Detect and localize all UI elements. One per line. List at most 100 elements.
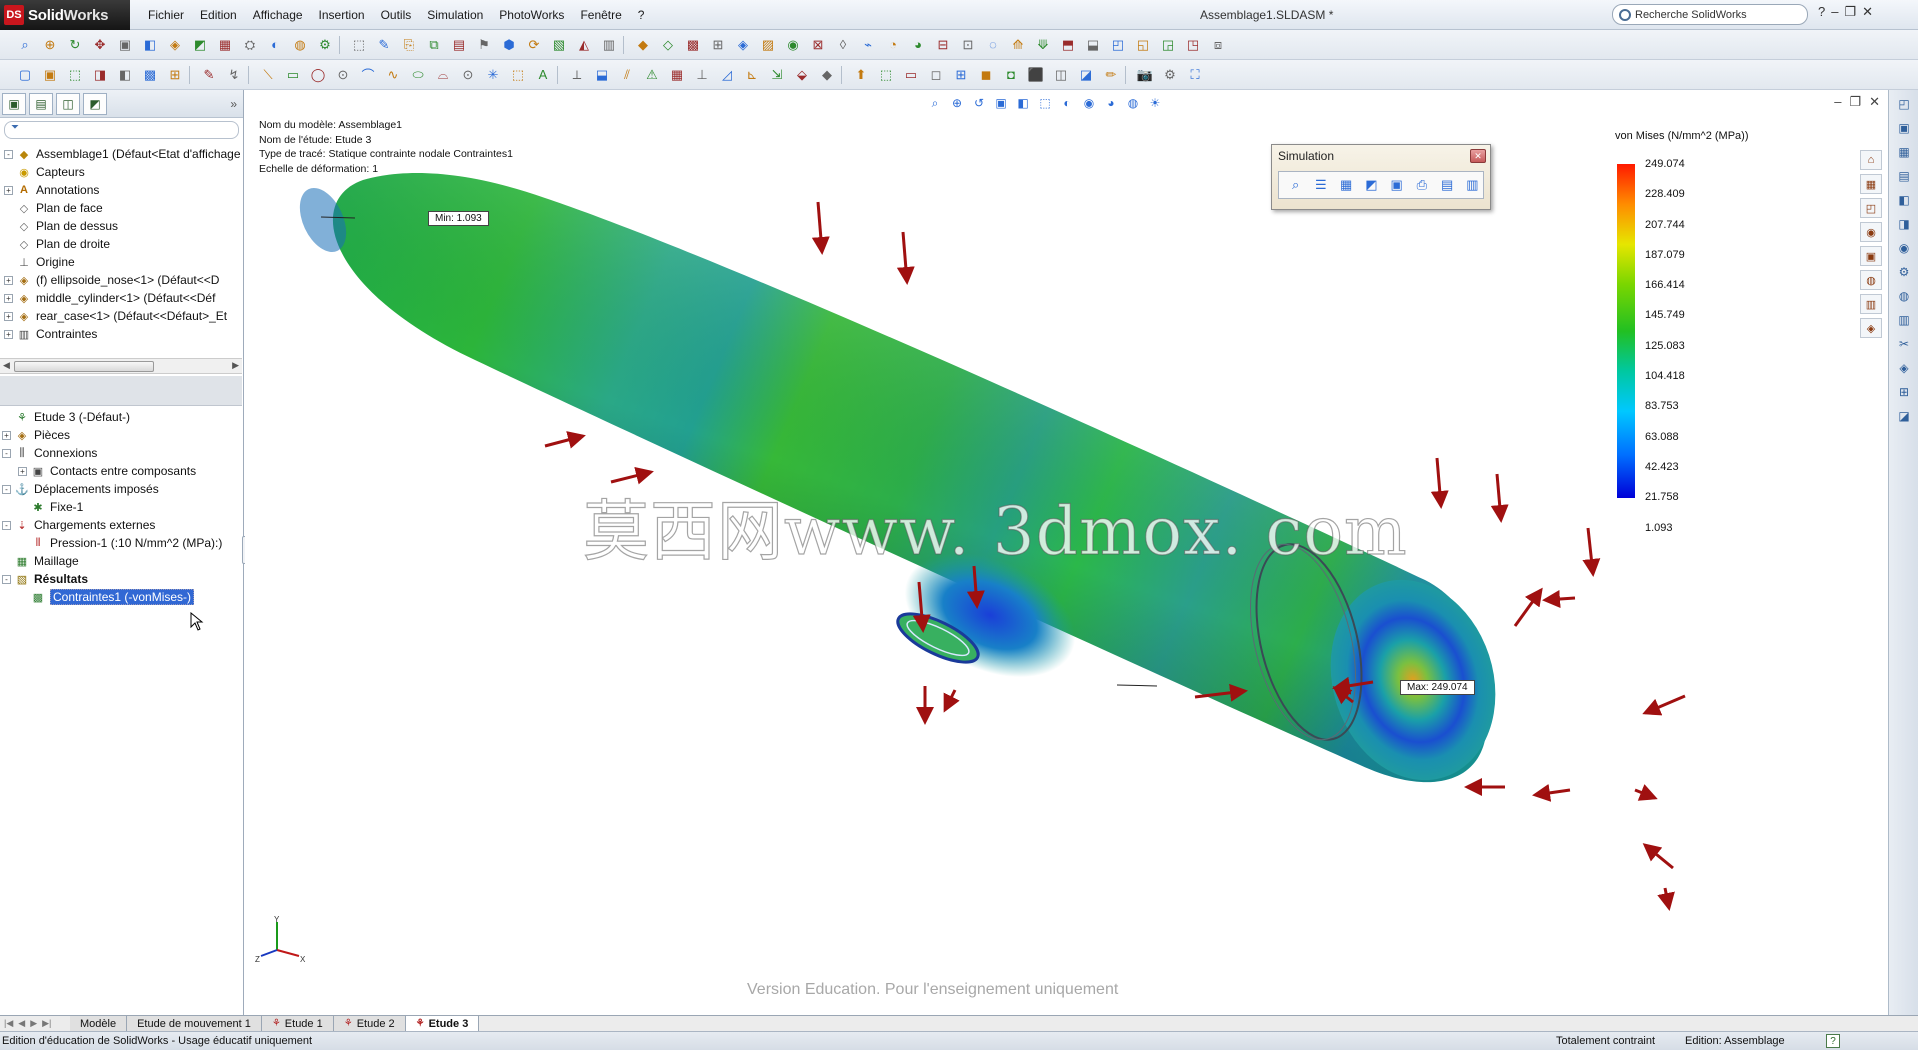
toolbar-button-icon[interactable]: ⇲ <box>766 65 788 85</box>
toolbar-button-icon[interactable]: ⟂ <box>566 65 588 85</box>
toolbar-button-icon[interactable]: ⊡ <box>957 35 979 55</box>
toolbar-button-icon[interactable]: ◨ <box>89 65 111 85</box>
toolbar-button-icon[interactable]: ⊙ <box>332 65 354 85</box>
toolbar-button-icon[interactable]: ↯ <box>223 65 245 85</box>
toolbar-button-icon[interactable]: ⊕ <box>39 35 61 55</box>
feature-tree-item[interactable]: ◇ Plan de face <box>0 199 243 217</box>
view-toolbar-button-icon[interactable]: ◍ <box>1123 94 1143 112</box>
toolbar-button-icon[interactable]: ✎ <box>373 35 395 55</box>
results-icon[interactable]: ◩ <box>1361 174 1382 196</box>
help-icon[interactable]: ? <box>1826 1034 1840 1048</box>
view-toolbar-button-icon[interactable]: ☀ <box>1145 94 1165 112</box>
toolbar-button-icon[interactable]: ⊟ <box>932 35 954 55</box>
toolbar-button-icon[interactable]: ◰ <box>1107 35 1129 55</box>
expand-toggle-icon[interactable]: - <box>2 448 11 458</box>
toolbar-button-icon[interactable]: ⬚ <box>348 35 370 55</box>
search-box[interactable]: Recherche SolidWorks <box>1612 4 1808 25</box>
toolbar-button-icon[interactable]: ⚙ <box>314 35 336 55</box>
menu-item[interactable]: Affichage <box>245 8 311 22</box>
side-panel-icon[interactable]: ▥ <box>1860 294 1882 314</box>
task-pane-icon[interactable]: ⊞ <box>1894 382 1914 402</box>
panel-splitter[interactable] <box>0 376 242 406</box>
toolbar-button-icon[interactable]: ⬚ <box>64 65 86 85</box>
probe-icon[interactable]: ▥ <box>1462 174 1483 196</box>
toolbar-button-icon[interactable]: ▣ <box>114 35 136 55</box>
study-tree-item[interactable]: - ⇣ Chargements externes <box>0 516 242 534</box>
toolbar-button-icon[interactable]: ⊥ <box>691 65 713 85</box>
export-icon[interactable]: ▣ <box>1386 174 1407 196</box>
task-pane-icon[interactable]: ▥ <box>1894 310 1914 330</box>
toolbar-button-icon[interactable]: ▤ <box>448 35 470 55</box>
task-pane-icon[interactable]: ⚙ <box>1894 262 1914 282</box>
close-icon[interactable]: ✕ <box>1869 94 1880 110</box>
toolbar-button-icon[interactable]: ◈ <box>164 35 186 55</box>
toolbar-button-icon[interactable]: ⛶ <box>1184 65 1206 85</box>
toolbar-button-icon[interactable]: ⎘ <box>398 35 420 55</box>
toolbar-button-icon[interactable]: ⟳ <box>523 35 545 55</box>
view-toolbar-button-icon[interactable]: ▣ <box>991 94 1011 112</box>
toolbar-button-icon[interactable]: ◆ <box>632 35 654 55</box>
feature-tree-item[interactable]: ◇ Plan de dessus <box>0 217 243 235</box>
expand-toggle-icon[interactable]: + <box>18 466 27 476</box>
toolbar-button-icon[interactable]: ⬚ <box>507 65 529 85</box>
side-panel-icon[interactable]: ◈ <box>1860 318 1882 338</box>
side-panel-icon[interactable]: ◍ <box>1860 270 1882 290</box>
toolbar-button-icon[interactable]: ▩ <box>139 65 161 85</box>
simulation-toolbar-window[interactable]: Simulation ✕ ⌕ ☰ ▦ ◩ ▣ ⎙ ▤ ▥ <box>1271 144 1491 210</box>
toolbar-button-icon[interactable]: A <box>532 65 554 85</box>
toolbar-button-icon[interactable]: ✥ <box>89 35 111 55</box>
view-toolbar-button-icon[interactable]: ⊕ <box>947 94 967 112</box>
study-tree-item[interactable]: ▦ Maillage <box>0 552 242 570</box>
toolbar-button-icon[interactable]: ⧈ <box>1207 35 1229 55</box>
scroll-thumb[interactable] <box>14 361 154 372</box>
toolbar-button-icon[interactable]: ◌ <box>982 35 1004 55</box>
menu-item[interactable]: Insertion <box>311 8 373 22</box>
view-toolbar-button-icon[interactable]: ⬚ <box>1035 94 1055 112</box>
prev-tab-icon[interactable]: ◀ <box>18 1018 25 1029</box>
task-pane-icon[interactable]: ▦ <box>1894 142 1914 162</box>
toolbar-button-icon[interactable]: ⌕ <box>14 35 36 55</box>
study-tree-item[interactable]: ⫴ Pression-1 (:10 N/mm^2 (MPa):) <box>0 534 242 552</box>
toolbar-button-icon[interactable]: ⬒ <box>1057 35 1079 55</box>
toolbar-button-icon[interactable]: ⊾ <box>741 65 763 85</box>
toolbar-button-icon[interactable]: ⊞ <box>950 65 972 85</box>
task-pane-icon[interactable]: ◧ <box>1894 190 1914 210</box>
bottom-tab[interactable]: ⚘ Etude 1 <box>261 1016 334 1031</box>
plot-icon[interactable]: ▦ <box>1336 174 1357 196</box>
toolbar-button-icon[interactable]: ▭ <box>900 65 922 85</box>
expand-toggle-icon[interactable]: - <box>2 520 11 530</box>
toolbar-button-icon[interactable]: ⚙ <box>1159 65 1181 85</box>
bottom-tab[interactable]: ⚘ Etude 2 <box>333 1016 406 1031</box>
menu-item[interactable]: PhotoWorks <box>491 8 572 22</box>
feature-tree-item[interactable]: + ◈ (f) ellipsoide_nose<1> (Défaut<<D <box>0 271 243 289</box>
toolbar-button-icon[interactable]: ⌒ <box>357 65 379 85</box>
toolbar-button-icon[interactable]: ◔ <box>882 35 904 55</box>
toolbar-button-icon[interactable]: ◻ <box>925 65 947 85</box>
toolbar-button-icon[interactable]: ⬭ <box>407 65 429 85</box>
expand-toggle-icon[interactable]: + <box>4 329 13 339</box>
next-tab-icon[interactable]: ▶ <box>30 1018 37 1029</box>
help-menu-icon[interactable]: ? <box>1818 4 1825 20</box>
toolbar-button-icon[interactable]: ✏ <box>1100 65 1122 85</box>
feature-tree-item[interactable]: + ▥ Contraintes <box>0 325 243 343</box>
toolbar-button-icon[interactable]: ⟱ <box>1032 35 1054 55</box>
study-tree-item[interactable]: ✱ Fixe-1 <box>0 498 242 516</box>
toolbar-button-icon[interactable]: ◐ <box>264 35 286 55</box>
scroll-left-icon[interactable]: ◀ <box>3 360 10 371</box>
task-pane-icon[interactable]: ▤ <box>1894 166 1914 186</box>
solidworks-logo[interactable]: DS SolidWorks <box>0 0 130 30</box>
expand-toggle-icon[interactable]: + <box>4 275 13 285</box>
toolbar-button-icon[interactable]: ◆ <box>816 65 838 85</box>
minimize-icon[interactable]: – <box>1834 94 1841 110</box>
tree-filter[interactable]: ⏷ <box>4 121 239 139</box>
toolbar-button-icon[interactable]: ◧ <box>114 65 136 85</box>
zoom-icon[interactable]: ⌕ <box>1285 174 1306 196</box>
close-icon[interactable]: ✕ <box>1862 4 1873 20</box>
task-pane-icon[interactable]: ▣ <box>1894 118 1914 138</box>
toolbar-button-icon[interactable]: ⌓ <box>432 65 454 85</box>
toolbar-button-icon[interactable]: ◯ <box>307 65 329 85</box>
feature-tree-item[interactable]: + ◈ middle_cylinder<1> (Défaut<<Déf <box>0 289 243 307</box>
minimize-icon[interactable]: – <box>1831 4 1838 20</box>
study-tree-item[interactable]: - ▧ Résultats <box>0 570 242 588</box>
bottom-tab[interactable]: Etude de mouvement 1 <box>127 1016 262 1031</box>
